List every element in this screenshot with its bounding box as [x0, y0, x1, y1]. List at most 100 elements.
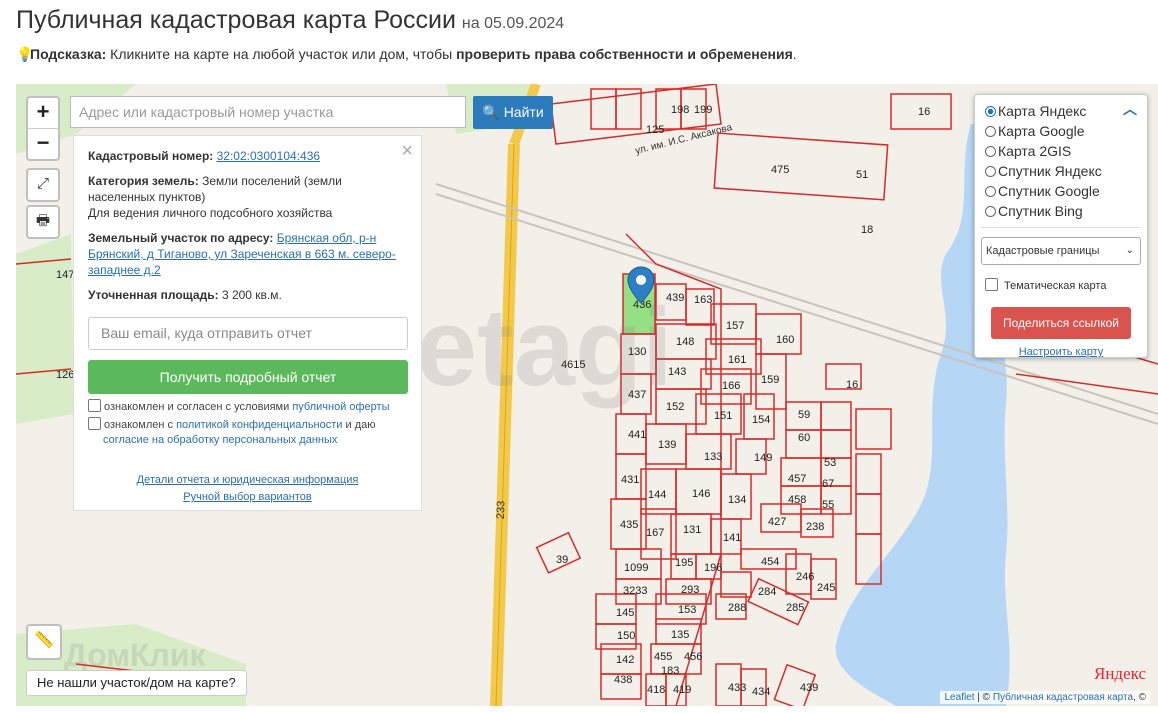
- overlay-select[interactable]: Кадастровые границы ⌄: [981, 237, 1141, 265]
- cadastral-row: Кадастровый номер: 32:02:0300104:436: [88, 148, 407, 164]
- leaflet-link[interactable]: Leaflet: [944, 692, 974, 703]
- parcel-number: 126: [56, 369, 75, 381]
- radio-icon[interactable]: [985, 166, 996, 177]
- layers-divider: [981, 227, 1141, 228]
- privacy-link[interactable]: политикой конфиденциальности: [176, 419, 342, 431]
- parcel-number: 146: [692, 488, 711, 500]
- parcel-number: 67: [822, 478, 835, 490]
- report-details-link[interactable]: Детали отчета и юридическая информация: [137, 474, 359, 486]
- parcel-number: 134: [728, 494, 747, 506]
- parcel-number: 437: [628, 389, 647, 401]
- offer-checkbox[interactable]: [88, 399, 101, 412]
- parcel-number: 139: [658, 439, 677, 451]
- category-row: Категория земель: Земли поселений (земли…: [88, 173, 407, 221]
- ruler-icon[interactable]: 📏: [26, 624, 62, 660]
- search-input[interactable]: Адрес или кадастровый номер участка: [70, 96, 466, 128]
- radio-icon[interactable]: [985, 186, 996, 197]
- parcel-number: 152: [666, 401, 685, 413]
- area-label: Уточненная площадь:: [88, 288, 219, 302]
- map[interactable]: etagi ДомКлик 475 4615 436 439 163 157 160 148 1…: [16, 84, 1158, 706]
- yandex-logo: Яндекс: [1093, 664, 1146, 683]
- parcel-number: 457: [788, 473, 807, 485]
- parcel-number: 454: [761, 556, 780, 568]
- attribution-sep: | ©: [974, 692, 993, 703]
- parcel-number: 441: [628, 429, 647, 441]
- thematic-checkbox[interactable]: [985, 278, 998, 291]
- location-marker-icon[interactable]: [627, 266, 655, 304]
- parcel-number: 60: [798, 432, 811, 444]
- parcel-number: 148: [676, 336, 695, 348]
- usage-value: Для ведения личного подсобного хозяйства: [88, 206, 333, 220]
- parcel-number: 125: [646, 124, 665, 136]
- page-title: Публичная кадастровая карта России на 05.…: [16, 6, 564, 35]
- chevron-up-icon[interactable]: ︿: [1123, 99, 1137, 119]
- parcel-number: 145: [616, 607, 635, 619]
- share-link-button[interactable]: Поделиться ссылкой: [991, 307, 1131, 339]
- layer-option-yandex-satellite[interactable]: Спутник Яндекс: [985, 161, 1102, 181]
- offer-checkbox-row[interactable]: ознакомлен и согласен с условиями публич…: [88, 399, 407, 415]
- parcel-number: 475: [771, 164, 790, 176]
- offer-link[interactable]: публичной оферты: [292, 401, 389, 413]
- consent-link[interactable]: согласие на обработку персональных данны…: [103, 434, 337, 446]
- radio-icon[interactable]: [985, 146, 996, 157]
- parcel-number: 16: [846, 379, 859, 391]
- parcel-number: 141: [723, 532, 742, 544]
- thematic-checkbox-row[interactable]: Тематическая карта: [985, 278, 1106, 292]
- email-field[interactable]: Ваш email, куда отправить отчет: [88, 317, 408, 350]
- layer-label: Карта Google: [998, 123, 1085, 139]
- parcel-number: 153: [678, 604, 697, 616]
- configure-map-link[interactable]: Настроить карту: [975, 346, 1147, 358]
- address-row: Земельный участок по адресу: Брянская об…: [88, 230, 407, 278]
- manual-select-link[interactable]: Ручной выбор вариантов: [183, 491, 311, 503]
- pkk-link[interactable]: Публичная кадастровая карта: [993, 692, 1133, 703]
- parcel-number: 151: [714, 410, 733, 422]
- parcel-number: 284: [758, 586, 777, 598]
- page-date: на 05.09.2024: [461, 15, 565, 32]
- fullscreen-icon[interactable]: ⤢: [26, 168, 60, 202]
- not-found-button[interactable]: Не нашли участок/дом на карте?: [26, 670, 247, 696]
- print-icon[interactable]: 🖶: [26, 205, 60, 239]
- parcel-number: 238: [806, 521, 825, 533]
- parcel-number: 3233: [623, 585, 648, 597]
- layer-option-bing-satellite[interactable]: Спутник Bing: [985, 201, 1083, 221]
- cadastral-link[interactable]: 32:02:0300104:436: [217, 149, 320, 163]
- get-report-button[interactable]: Получить подробный отчет: [88, 360, 408, 394]
- close-icon[interactable]: ×: [401, 140, 413, 163]
- parcel-number: 131: [683, 524, 702, 536]
- road-label: 233: [494, 500, 508, 520]
- privacy-mid: и даю: [342, 419, 376, 431]
- zoom-control[interactable]: + −: [26, 96, 60, 161]
- parcel-number: 160: [776, 334, 795, 346]
- parcel-number: 439: [666, 292, 685, 304]
- parcel-number: 195: [675, 557, 694, 569]
- layers-panel: ︿ Карта Яндекс Карта Google Карта 2GIS С…: [974, 94, 1148, 358]
- overlay-select-value: Кадастровые границы: [986, 245, 1100, 257]
- parcel-number: 196: [704, 562, 723, 574]
- layer-option-yandex-map[interactable]: Карта Яндекс: [985, 101, 1086, 121]
- hint-end: .: [792, 46, 797, 62]
- parcel-number: 293: [681, 584, 700, 596]
- zoom-in-button[interactable]: +: [28, 98, 58, 128]
- lightbulb-icon: 💡: [16, 46, 34, 62]
- layer-option-google-map[interactable]: Карта Google: [985, 121, 1085, 141]
- parcel-number: 142: [616, 654, 635, 666]
- privacy-checkbox[interactable]: [88, 417, 101, 430]
- radio-icon[interactable]: [985, 126, 996, 137]
- radio-icon[interactable]: [985, 106, 996, 117]
- parcel-number: 157: [726, 320, 745, 332]
- parcel-number: 135: [671, 629, 690, 641]
- layer-option-google-satellite[interactable]: Спутник Google: [985, 181, 1100, 201]
- layer-label: Карта Яндекс: [998, 103, 1087, 119]
- layer-option-2gis-map[interactable]: Карта 2GIS: [985, 141, 1071, 161]
- chevron-down-icon: ⌄: [1125, 245, 1134, 256]
- layer-label: Спутник Яндекс: [998, 163, 1102, 179]
- search-button[interactable]: 🔍 Найти: [473, 96, 553, 129]
- parcel-number: 439: [800, 682, 819, 694]
- zoom-out-button[interactable]: −: [28, 128, 58, 159]
- parcel-number: 143: [668, 366, 687, 378]
- hint-bold: проверить права собственности и обремене…: [456, 46, 793, 62]
- parcel-number: 1099: [624, 562, 649, 574]
- radio-icon[interactable]: [985, 206, 996, 217]
- parcel-number: 59: [798, 409, 811, 421]
- privacy-checkbox-row[interactable]: ознакомлен с политикой конфиденциальност…: [88, 417, 407, 448]
